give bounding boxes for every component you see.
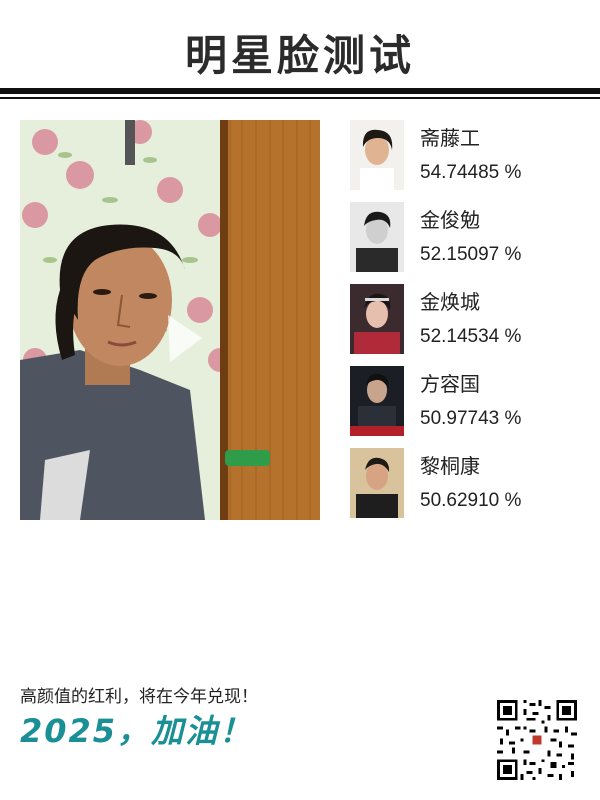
match-score: 50.62910 % xyxy=(420,490,522,511)
celebrity-portrait-icon xyxy=(350,202,404,272)
user-photo[interactable] xyxy=(20,120,320,520)
match-score: 54.74485 % xyxy=(420,162,522,183)
match-name: 金俊勉 xyxy=(420,208,480,232)
match-score: 52.15097 % xyxy=(420,244,522,265)
slogan: 2025，加油！ xyxy=(20,712,254,750)
match-item[interactable]: 黎桐康 50.62910 % xyxy=(350,448,580,530)
match-item[interactable]: 金俊勉 52.15097 % xyxy=(350,202,580,284)
match-name: 金焕城 xyxy=(420,290,480,314)
match-name: 方容国 xyxy=(420,372,480,396)
title-divider-thin xyxy=(0,97,600,99)
match-score: 50.97743 % xyxy=(420,408,522,429)
match-item[interactable]: 金焕城 52.14534 % xyxy=(350,284,580,366)
tagline: 高颜值的红利，将在今年兑现！ xyxy=(20,687,258,707)
page-title: 明星脸测试 xyxy=(184,31,415,80)
title-divider-thick xyxy=(0,88,600,94)
match-list: 斋藤工 54.74485 % 金俊勉 52.15097 % 金焕城 52.145… xyxy=(350,120,580,530)
celebrity-portrait-icon xyxy=(350,284,404,354)
celebrity-portrait-icon xyxy=(350,366,404,436)
qr-code-icon[interactable] xyxy=(494,697,580,783)
match-name: 黎桐康 xyxy=(420,454,480,478)
match-score: 52.14534 % xyxy=(420,326,522,347)
match-item[interactable]: 方容国 50.97743 % xyxy=(350,366,580,448)
celebrity-portrait-icon xyxy=(350,448,404,518)
match-item[interactable]: 斋藤工 54.74485 % xyxy=(350,120,580,202)
celebrity-portrait-icon xyxy=(350,120,404,190)
match-name: 斋藤工 xyxy=(420,126,480,150)
